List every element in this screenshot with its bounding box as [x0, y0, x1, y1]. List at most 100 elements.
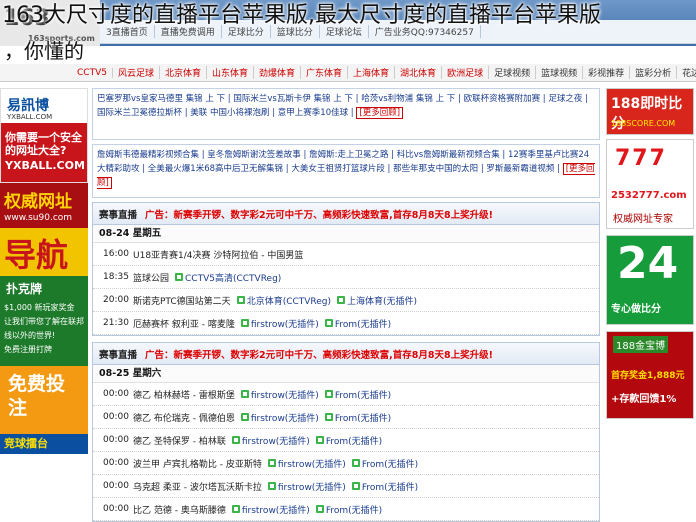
channel-link[interactable]: 篮彩分析: [630, 66, 678, 79]
stream-link[interactable]: From(无插件): [315, 434, 382, 447]
match-row: 00:00 波兰甲 卢宾扎格勒比 - 皮亚斯特 firstrow(无插件) From(…: [93, 452, 599, 475]
highlight-link[interactable]: 皇冬詹姆斯谢沈签差故事: [207, 150, 301, 160]
more-highlights-button[interactable]: [更多回顾]: [356, 107, 404, 119]
channel-link[interactable]: 风云足球: [113, 66, 160, 79]
stream-link[interactable]: firstrow(无插件): [240, 317, 319, 330]
match-row: 20:00 斯诺克PTC德国站第二天 北京体育(CCTVReg) 上海体育(无插件): [93, 289, 599, 312]
match-time: 00:00: [103, 481, 129, 491]
ad-free-bet[interactable]: 免费投注 竞球擂台: [0, 366, 88, 454]
ad-188bet[interactable]: 188金宝博 首存奖金1,888元 +存款回馈1%: [606, 331, 694, 419]
ad-navigation[interactable]: 导航: [0, 228, 88, 276]
channel-link[interactable]: 花边新闻: [677, 66, 696, 79]
ad-title: 权威网址: [4, 192, 72, 212]
match-title: U18亚青赛1/4决赛 沙特阿拉伯 - 中国男篮: [133, 250, 304, 261]
tv-icon: [324, 390, 333, 398]
stream-link[interactable]: From(无插件): [315, 503, 383, 516]
highlight-link[interactable]: 詹姆斯:走上卫冕之路: [309, 150, 388, 160]
stream-link[interactable]: firstrow(无插件): [240, 388, 319, 401]
highlight-link[interactable]: 足球之夜: [548, 94, 582, 104]
ad-title: 导航: [4, 236, 69, 274]
channel-link[interactable]: 广东体育: [301, 66, 349, 79]
ad-domain: 2532777.com: [611, 190, 687, 201]
ad-title: 扑克牌: [6, 282, 43, 296]
channel-link[interactable]: 湖北体育: [395, 66, 443, 79]
stream-link[interactable]: CCTV5高清(CCTVReg): [175, 271, 281, 284]
topnav-item[interactable]: 足球论坛: [320, 25, 369, 38]
ad-title: 24: [617, 238, 679, 289]
topnav-item[interactable]: 直播免费调用: [155, 25, 222, 38]
tv-icon: [175, 273, 184, 281]
stream-link[interactable]: From(无插件): [351, 480, 418, 493]
channel-link[interactable]: 欧洲足球: [442, 66, 490, 79]
ad-line: 免费注册打牌: [4, 345, 52, 354]
highlight-link[interactable]: 美联 中国小将裸泡刷: [190, 108, 269, 118]
stream-link[interactable]: From(无插件): [324, 411, 392, 424]
stream-link[interactable]: From(无插件): [324, 317, 391, 330]
stream-label: firstrow(无插件): [250, 319, 319, 330]
channel-link[interactable]: 山东体育: [207, 66, 254, 79]
stream-link[interactable]: firstrow(无插件): [231, 434, 310, 447]
highlight-link[interactable]: 罗斯最新霸道视频: [486, 164, 554, 174]
highlight-link[interactable]: 哈茨vs利物浦 集锦 上 下: [361, 94, 455, 104]
ad-yxball[interactable]: 易訊博 YXBALL.COM 你需要一个安全的网址大全? YXBALL.COM: [0, 88, 88, 183]
ad-poker[interactable]: 扑克牌 $1,000 新玩家奖金 让我们带您了解在联邦 线以外的世界! 免费注册…: [0, 276, 88, 366]
schedule-date: 08-25 星期六: [93, 365, 599, 383]
tv-icon: [324, 319, 333, 327]
highlight-link[interactable]: 国际米兰卫冕德拉斯杯: [97, 108, 182, 118]
topnav-item[interactable]: 篮球比分: [271, 25, 320, 38]
logo-text: 163: [4, 6, 50, 31]
site-logo[interactable]: 163 163sports.com: [0, 0, 100, 46]
panel-header: 赛事直播 广告：新赛季开锣、数字彩2元可中千万、高频彩快速致富,首存8月8天8上…: [93, 343, 599, 365]
match-row: 00:00 德乙 布伦瑞克 - 佩德伯恩 firstrow(无插件) From(无插件…: [93, 406, 599, 429]
channel-link[interactable]: 足球视频: [489, 66, 537, 79]
panel-ad-text[interactable]: 广告：新赛季开锣、数字彩2元可中千万、高频彩快速致富,首存8月8天8上奖升级!: [145, 347, 493, 361]
stream-link[interactable]: From(无插件): [351, 457, 419, 470]
highlight-link[interactable]: 欧联杯资格赛附加赛: [464, 94, 541, 104]
stream-label: From(无插件): [334, 390, 392, 401]
highlight-link[interactable]: 国际米兰vs瓦斯卡伊 集锦 上 下: [233, 94, 353, 104]
ad-24bf[interactable]: 24 专心做比分: [606, 235, 694, 325]
channel-link[interactable]: 篮球视频: [536, 66, 584, 79]
ad-188score[interactable]: 188即时比分 188SCORE.COM: [606, 88, 694, 135]
highlight-link[interactable]: 意甲上赛季10佳球: [278, 108, 348, 118]
stream-link[interactable]: 上海体育(无插件): [337, 294, 417, 307]
highlight-link[interactable]: 科比vs詹姆斯最新视频合集: [397, 150, 500, 160]
stream-link[interactable]: firstrow(无插件): [240, 411, 319, 424]
stream-link[interactable]: firstrow(无插件): [231, 503, 310, 516]
stream-link[interactable]: 北京体育(CCTVReg): [236, 294, 331, 307]
stream-label: From(无插件): [334, 413, 392, 424]
tv-icon: [315, 436, 324, 444]
highlight-link[interactable]: 巴塞罗那vs皇家马德里 集锦 上 下: [97, 94, 225, 104]
stream-link[interactable]: From(无插件): [324, 388, 392, 401]
topnav-item[interactable]: 足球比分: [222, 25, 271, 38]
ad-domain: www.su90.com: [4, 213, 73, 223]
channel-link[interactable]: CCTV5: [72, 67, 113, 78]
panel-header: 赛事直播 广告：新赛季开锣、数字彩2元可中千万、高频彩快速致富,首存8月8天8上…: [93, 203, 599, 225]
ad-2532777[interactable]: 777 2532777.com 权威网址专家: [606, 139, 694, 229]
ad-authority-sites[interactable]: 权威网址 www.su90.com: [0, 183, 88, 228]
channel-link[interactable]: 上海体育: [348, 66, 396, 79]
match-row: 00:00 德乙 柏林赫塔 - 雷根斯堡 firstrow(无插件) From(无插件…: [93, 383, 599, 406]
highlight-link[interactable]: 全美最火爆1米68高中后卫无解集锦: [148, 164, 283, 174]
match-row: 18:35 篮球公园 CCTV5高清(CCTVReg): [93, 266, 599, 289]
match-title: 厄赫赛杯 叙利亚 - 喀麦隆: [133, 319, 235, 330]
tv-icon: [231, 505, 240, 513]
highlight-link[interactable]: 大美女王祖贤打篮球片段: [291, 164, 385, 174]
stream-link[interactable]: firstrow(无插件): [267, 480, 346, 493]
panel-ad-text[interactable]: 广告：新赛季开锣、数字彩2元可中千万、高频彩快速致富,首存8月8天8上奖升级!: [145, 207, 493, 221]
stream-link[interactable]: firstrow(无插件): [267, 457, 346, 470]
tv-icon: [236, 296, 245, 304]
ad-line: $1,000 新玩家奖金: [4, 303, 75, 312]
channel-link[interactable]: 彩视推荐: [583, 66, 631, 79]
panel-title: 赛事直播: [99, 209, 138, 221]
stream-label: From(无插件): [361, 459, 419, 470]
panel-title: 赛事直播: [99, 349, 138, 361]
left-ad-column: 易訊博 YXBALL.COM 你需要一个安全的网址大全? YXBALL.COM …: [0, 88, 88, 500]
topnav-item[interactable]: 广告业务QQ:97346257: [369, 25, 481, 38]
channel-link[interactable]: 劲爆体育: [254, 66, 302, 79]
highlight-link[interactable]: 詹姆斯韦德最精彩视频合集: [97, 150, 199, 160]
channel-link[interactable]: 北京体育: [160, 66, 207, 79]
stream-label: From(无插件): [325, 505, 383, 516]
highlight-link[interactable]: 那些年那支中国的太阳: [393, 164, 478, 174]
topnav-item[interactable]: 3直播首页: [100, 25, 155, 38]
